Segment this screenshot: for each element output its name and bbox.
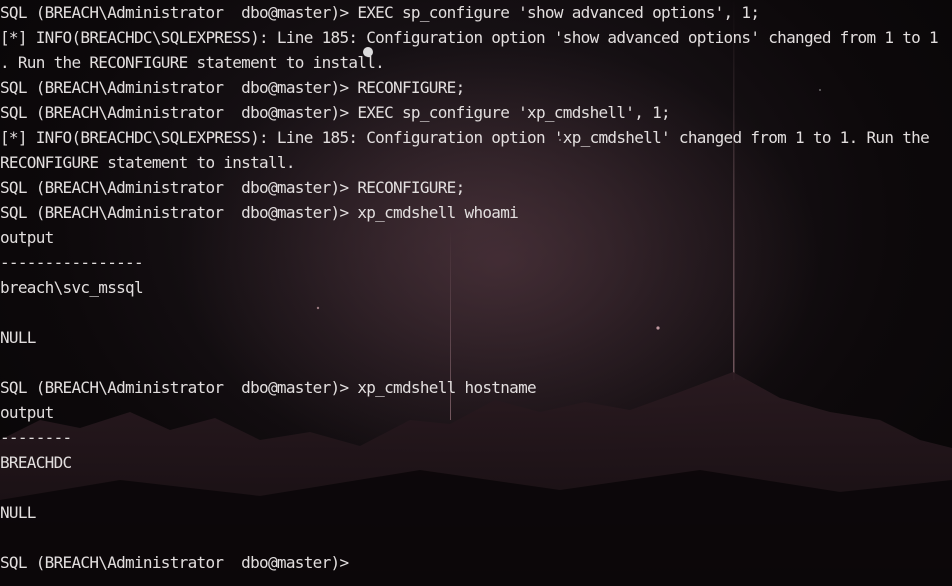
terminal-line: BREACHDC xyxy=(0,453,72,472)
terminal-line: RECONFIGURE statement to install. xyxy=(0,153,295,172)
terminal-line: . Run the RECONFIGURE statement to insta… xyxy=(0,53,385,72)
terminal-line: [*] INFO(BREACHDC\SQLEXPRESS): Line 185:… xyxy=(0,28,939,47)
terminal-line: SQL (BREACH\Administrator dbo@master)> x… xyxy=(0,203,519,222)
terminal-line: SQL (BREACH\Administrator dbo@master)> x… xyxy=(0,378,537,397)
terminal-line: NULL xyxy=(0,328,36,347)
terminal-line: SQL (BREACH\Administrator dbo@master)> E… xyxy=(0,103,671,122)
terminal-line: [*] INFO(BREACHDC\SQLEXPRESS): Line 185:… xyxy=(0,128,930,147)
terminal-output[interactable]: SQL (BREACH\Administrator dbo@master)> E… xyxy=(0,0,952,575)
terminal-line: breach\svc_mssql xyxy=(0,278,144,297)
terminal-line: SQL (BREACH\Administrator dbo@master)> E… xyxy=(0,3,760,22)
terminal-line: -------- xyxy=(0,428,72,447)
terminal-line: SQL (BREACH\Administrator dbo@master)> R… xyxy=(0,178,465,197)
terminal-line: NULL xyxy=(0,503,36,522)
terminal-line: SQL (BREACH\Administrator dbo@master)> R… xyxy=(0,78,465,97)
terminal-line: output xyxy=(0,228,54,247)
terminal-line: ---------------- xyxy=(0,253,144,272)
terminal-window[interactable]: SQL (BREACH\Administrator dbo@master)> E… xyxy=(0,0,952,586)
command-prompt[interactable]: SQL (BREACH\Administrator dbo@master)> xyxy=(0,550,952,575)
terminal-line: output xyxy=(0,403,54,422)
